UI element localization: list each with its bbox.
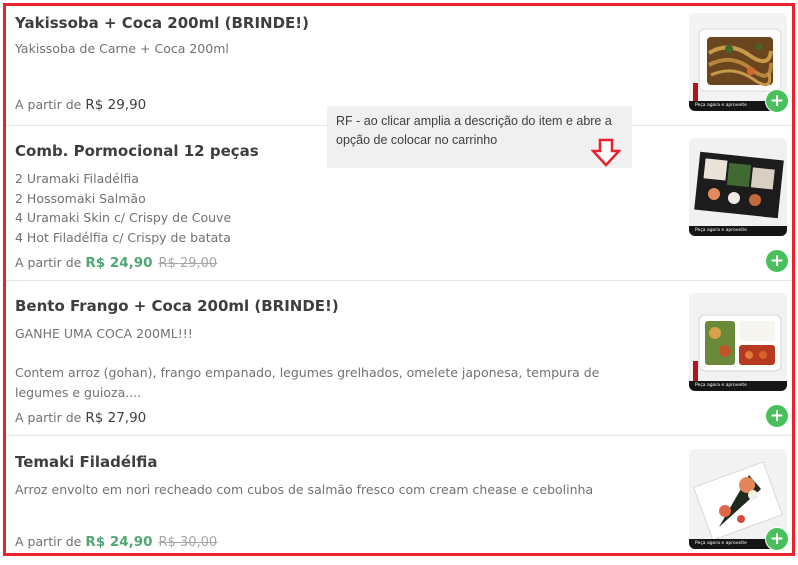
add-to-cart-button[interactable]: + (765, 404, 789, 428)
annotation-text: RF - ao clicar amplia a descrição do ite… (336, 114, 612, 147)
old-price: R$ 30,00 (158, 535, 218, 550)
item-description: 2 Uramaki Filadélfia 2 Hossomaki Salmão … (15, 169, 655, 247)
item-description: GANHE UMA COCA 200ML!!! Contem arroz (go… (15, 324, 655, 402)
menu-item-temaki-filadelfia[interactable]: Temaki Filadélfia Arroz envolto em nori … (6, 435, 792, 553)
item-price: A partir de R$ 27,90 (15, 410, 146, 426)
price-value: R$ 29,90 (85, 97, 147, 113)
combo-image (689, 138, 787, 236)
item-title: Temaki Filadélfia (15, 453, 158, 471)
description-line: GANHE UMA COCA 200ML!!! (15, 326, 193, 341)
bento-image (689, 293, 787, 391)
price-value: R$ 27,90 (85, 410, 147, 426)
annotation-note: RF - ao clicar amplia a descrição do ite… (327, 106, 632, 168)
promo-price: R$ 24,90 (85, 534, 153, 550)
item-image-bento[interactable]: Peça agora e aproveite (689, 293, 787, 391)
description-line: 2 Uramaki Filadélfia (15, 171, 139, 186)
image-caption: Peça agora e aproveite (689, 381, 787, 391)
price-prefix: A partir de (15, 255, 82, 270)
menu-item-bento-frango[interactable]: Bento Frango + Coca 200ml (BRINDE!) GANH… (6, 280, 792, 436)
down-arrow-icon (591, 138, 621, 167)
description-line: Contem arroz (gohan), frango empanado, l… (15, 365, 600, 400)
item-price: A partir de R$ 29,90 (15, 97, 146, 113)
description-line: 4 Hot Filadélfia c/ Crispy de batata (15, 229, 231, 245)
item-description: Yakissoba de Carne + Coca 200ml (15, 41, 229, 56)
item-price: A partir de R$ 24,90 R$ 30,00 (15, 534, 217, 550)
description-line: 4 Uramaki Skin c/ Crispy de Couve (15, 210, 232, 225)
price-prefix: A partir de (15, 534, 82, 549)
add-to-cart-button[interactable]: + (765, 527, 789, 551)
item-title: Comb. Pormocional 12 peças (15, 142, 259, 160)
description-line: 2 Hossomaki Salmão (15, 190, 146, 206)
menu-list-frame: Yakissoba + Coca 200ml (BRINDE!) Yakisso… (3, 3, 795, 556)
item-price: A partir de R$ 24,90 R$ 29,00 (15, 255, 217, 271)
item-title: Bento Frango + Coca 200ml (BRINDE!) (15, 297, 339, 315)
promo-price: R$ 24,90 (85, 255, 153, 271)
old-price: R$ 29,00 (158, 256, 218, 271)
price-prefix: A partir de (15, 97, 82, 112)
add-to-cart-button[interactable]: + (765, 89, 789, 113)
price-prefix: A partir de (15, 410, 82, 425)
item-title: Yakissoba + Coca 200ml (BRINDE!) (15, 14, 309, 32)
item-description: Arroz envolto em nori recheado com cubos… (15, 482, 594, 497)
item-image-combo[interactable]: Peça agora e aproveite (689, 138, 787, 236)
image-caption: Peça agora e aproveite (689, 226, 787, 236)
add-to-cart-button[interactable]: + (765, 249, 789, 273)
